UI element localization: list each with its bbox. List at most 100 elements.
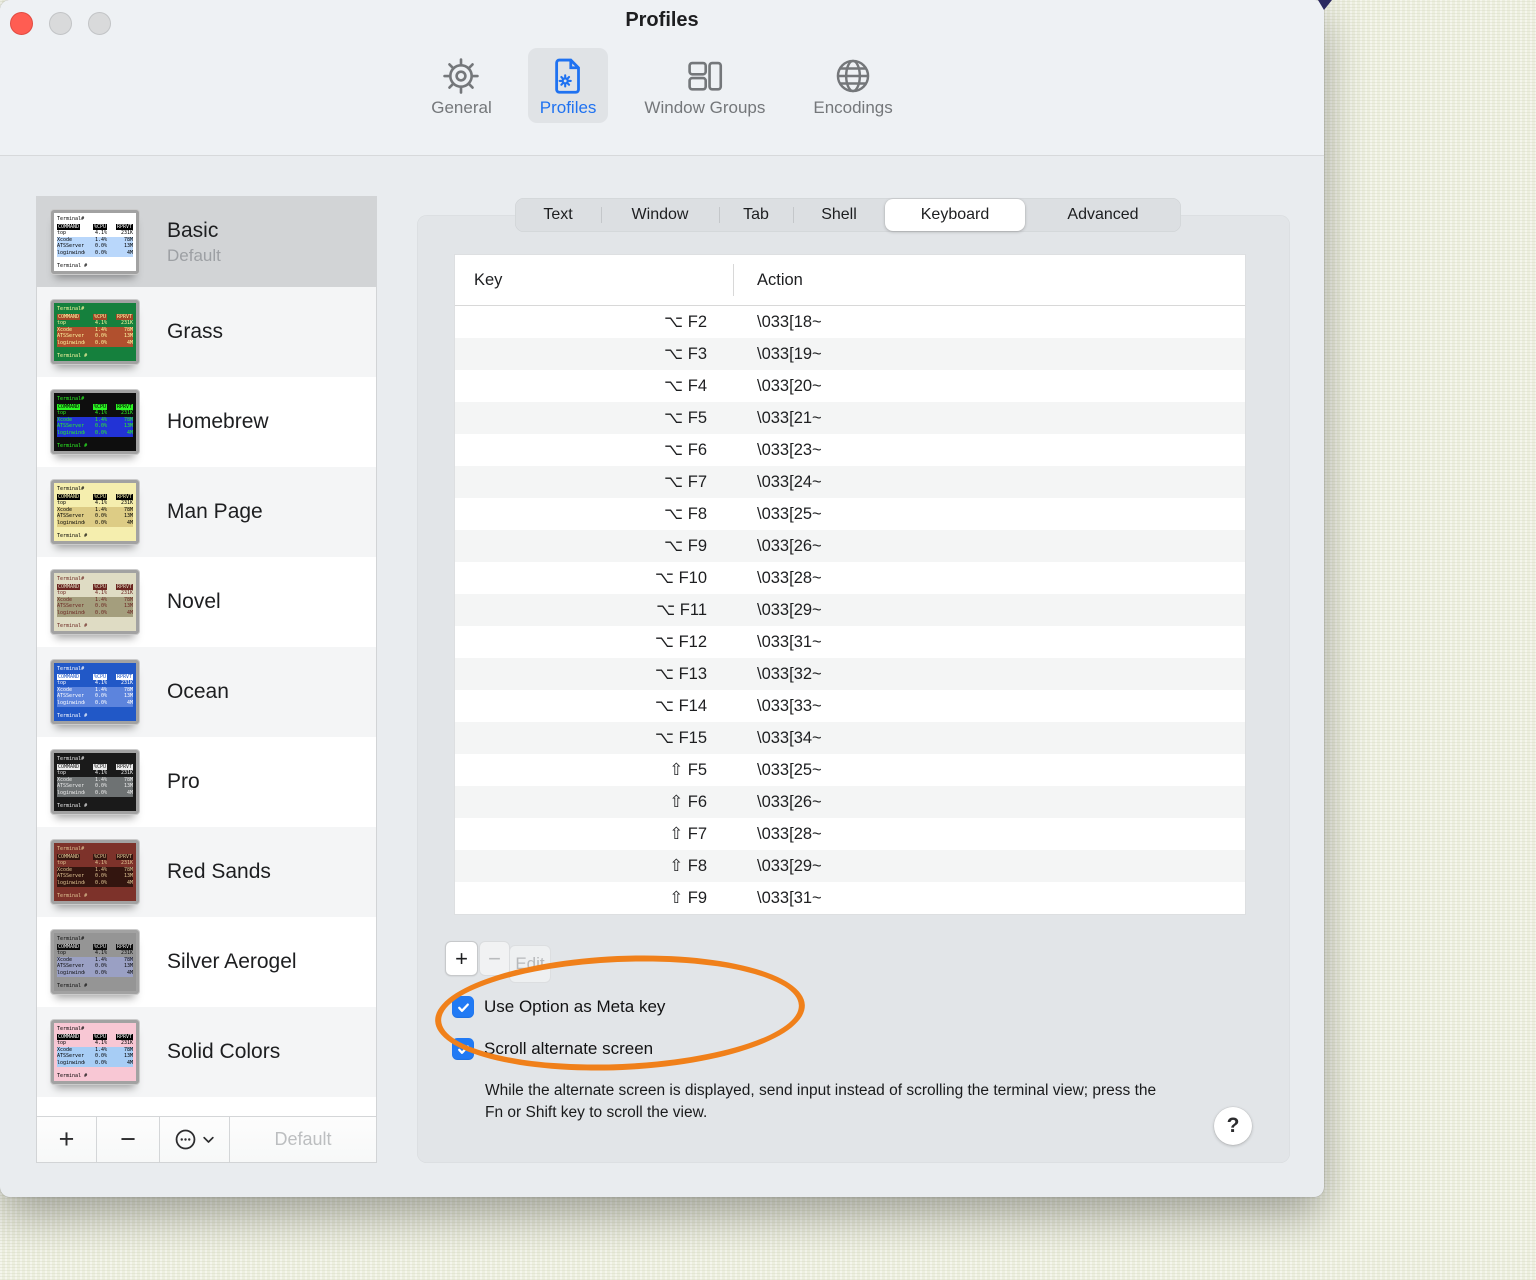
thumb-process-row: loginwindow 0.0% 4M bbox=[57, 969, 133, 977]
action-cell: \033[28~ bbox=[757, 568, 822, 587]
thumb-process-mem: 78M bbox=[123, 866, 133, 873]
profile-actions-button[interactable] bbox=[160, 1117, 230, 1162]
profile-thumbnail: Terminal# COMMAND %CPU RPRVT top 4.1% 231K Xcod… bbox=[51, 750, 139, 814]
toolbar-item-general[interactable]: General bbox=[419, 48, 503, 123]
table-row[interactable]: ⌥ F12 \033[31~ bbox=[455, 626, 1245, 658]
table-row[interactable]: ⇧ F8 \033[29~ bbox=[455, 850, 1245, 882]
thumb-process-mem: 13M bbox=[123, 873, 133, 880]
table-row[interactable]: ⌥ F7 \033[24~ bbox=[455, 466, 1245, 498]
thumb-process-cpu: 4.1% bbox=[94, 1040, 107, 1047]
profile-text: Novel bbox=[167, 590, 221, 614]
thumb-process-row: top 4.1% 231K bbox=[57, 770, 133, 777]
edit-key-button[interactable]: Edit bbox=[509, 945, 551, 983]
table-row[interactable]: ⌥ F8 \033[25~ bbox=[455, 498, 1245, 530]
thumb-process-name: loginwindow bbox=[57, 789, 85, 796]
thumb-process-mem: 78M bbox=[123, 506, 133, 513]
table-row[interactable]: ⌥ F2 \033[18~ bbox=[455, 306, 1245, 338]
table-row[interactable]: ⇧ F5 \033[25~ bbox=[455, 754, 1245, 786]
profile-list-item[interactable]: Terminal# COMMAND %CPU RPRVT top 4.1% 231K Xcod… bbox=[37, 377, 376, 467]
help-button[interactable]: ? bbox=[1214, 1107, 1252, 1145]
thumb-process-row: loginwindow 0.0% 4M bbox=[57, 699, 133, 707]
thumb-prompt: Terminal # bbox=[57, 442, 88, 449]
thumb-prompt: Terminal # bbox=[57, 892, 88, 899]
thumb-process-name: loginwindow bbox=[57, 879, 85, 886]
profile-name: Silver Aerogel bbox=[167, 950, 297, 973]
thumb-terminal-title: Terminal# bbox=[57, 216, 85, 222]
profile-list-item[interactable]: Terminal# COMMAND %CPU RPRVT top 4.1% 231K Xcod… bbox=[37, 1007, 376, 1097]
tab-window[interactable]: Window bbox=[601, 198, 719, 232]
thumb-chip: RPRVT bbox=[115, 943, 133, 951]
profile-list-item[interactable]: Terminal# COMMAND %CPU RPRVT top 4.1% 231K Xcod… bbox=[37, 647, 376, 737]
thumb-chip: COMMAND bbox=[57, 223, 81, 231]
window-title: Profiles bbox=[625, 9, 699, 31]
table-row[interactable]: ⌥ F5 \033[21~ bbox=[455, 402, 1245, 434]
action-cell: \033[25~ bbox=[757, 760, 822, 779]
thumb-process-cpu: 0.0% bbox=[94, 789, 107, 796]
thumb-chip: %CPU bbox=[92, 403, 107, 411]
toolbar-item-profiles[interactable]: Profiles bbox=[527, 48, 609, 123]
tab-keyboard[interactable]: Keyboard bbox=[885, 199, 1025, 231]
toolbar-item-encodings[interactable]: Encodings bbox=[801, 48, 904, 123]
thumb-process-name: ATSServer bbox=[57, 333, 85, 340]
toolbar-item-window-groups[interactable]: Window Groups bbox=[632, 48, 777, 123]
thumb-process-name: Xcode bbox=[57, 326, 73, 333]
thumb-chip: %CPU bbox=[92, 673, 107, 681]
thumb-process-name: top bbox=[57, 320, 67, 327]
thumb-chip: RPRVT bbox=[115, 223, 133, 231]
remove-key-button[interactable]: − bbox=[479, 941, 510, 976]
add-key-button[interactable]: + bbox=[445, 941, 478, 976]
thumb-process-cpu: 0.0% bbox=[94, 249, 107, 256]
thumb-process-cpu: 1.4% bbox=[94, 596, 107, 603]
table-row[interactable]: ⌥ F15 \033[34~ bbox=[455, 722, 1245, 754]
column-separator[interactable] bbox=[733, 264, 734, 296]
action-cell: \033[18~ bbox=[757, 312, 822, 331]
table-row[interactable]: ⌥ F6 \033[23~ bbox=[455, 434, 1245, 466]
tab-tab[interactable]: Tab bbox=[719, 198, 793, 232]
action-column-header[interactable]: Action bbox=[757, 271, 803, 290]
thumb-process-cpu: 1.4% bbox=[94, 506, 107, 513]
profile-list-item[interactable]: Terminal# COMMAND %CPU RPRVT top 4.1% 231K Xcod… bbox=[37, 467, 376, 557]
profile-list-item[interactable]: Terminal# COMMAND %CPU RPRVT top 4.1% 231K Xcod… bbox=[37, 197, 376, 287]
table-row[interactable]: ⌥ F13 \033[32~ bbox=[455, 658, 1245, 690]
profile-list-item[interactable]: Terminal# COMMAND %CPU RPRVT top 4.1% 231K Xcod… bbox=[37, 737, 376, 827]
key-column-header[interactable]: Key bbox=[455, 271, 502, 290]
profile-text: Silver Aerogel bbox=[167, 950, 297, 974]
table-row[interactable]: ⇧ F6 \033[26~ bbox=[455, 786, 1245, 818]
thumb-process-name: top bbox=[57, 950, 67, 957]
default-profile-button[interactable]: Default bbox=[230, 1117, 376, 1162]
tab-advanced[interactable]: Advanced bbox=[1025, 198, 1181, 232]
profile-list-item[interactable]: Terminal# COMMAND %CPU RPRVT top 4.1% 231K Xcod… bbox=[37, 557, 376, 647]
key-cell: ⌥ F6 bbox=[664, 441, 707, 459]
table-row[interactable]: ⌥ F10 \033[28~ bbox=[455, 562, 1245, 594]
tab-shell[interactable]: Shell bbox=[793, 198, 885, 232]
table-row[interactable]: ⇧ F7 \033[28~ bbox=[455, 818, 1245, 850]
remove-profile-button[interactable]: − bbox=[97, 1117, 160, 1162]
thumb-header-command: COMMAND bbox=[57, 223, 85, 231]
profile-list-item[interactable]: Terminal# COMMAND %CPU RPRVT top 4.1% 231K Xcod… bbox=[37, 287, 376, 377]
table-row[interactable]: ⌥ F14 \033[33~ bbox=[455, 690, 1245, 722]
action-cell: \033[24~ bbox=[757, 472, 822, 491]
add-profile-button[interactable]: + bbox=[37, 1117, 97, 1162]
profile-name: Ocean bbox=[167, 680, 229, 703]
table-row[interactable]: ⌥ F3 \033[19~ bbox=[455, 338, 1245, 370]
thumb-process-mem: 4M bbox=[126, 249, 133, 256]
tab-text[interactable]: Text bbox=[515, 198, 601, 232]
profile-list-item[interactable]: Terminal# COMMAND %CPU RPRVT top 4.1% 231K Xcod… bbox=[37, 827, 376, 917]
thumb-process-row: loginwindow 0.0% 4M bbox=[57, 519, 133, 527]
scroll-alternate-screen-checkbox[interactable] bbox=[452, 1038, 474, 1060]
thumb-process-cpu: 4.1% bbox=[94, 590, 107, 597]
thumb-header-row: COMMAND %CPU RPRVT bbox=[57, 313, 133, 321]
use-option-as-meta-checkbox[interactable] bbox=[452, 996, 474, 1018]
thumb-process-mem: 13M bbox=[123, 783, 133, 790]
table-row[interactable]: ⌥ F11 \033[29~ bbox=[455, 594, 1245, 626]
table-row[interactable]: ⌥ F4 \033[20~ bbox=[455, 370, 1245, 402]
profile-thumbnail: Terminal# COMMAND %CPU RPRVT top 4.1% 231K Xcod… bbox=[51, 660, 139, 724]
thumb-header-mem: RPRVT bbox=[107, 1033, 133, 1041]
action-cell: \033[25~ bbox=[757, 504, 822, 523]
table-row[interactable]: ⇧ F9 \033[31~ bbox=[455, 882, 1245, 914]
thumb-process-name: ATSServer bbox=[57, 423, 85, 430]
thumb-process-row: ATSServer 0.0% 13M bbox=[57, 513, 133, 520]
table-row[interactable]: ⌥ F9 \033[26~ bbox=[455, 530, 1245, 562]
profile-list-item[interactable]: Terminal# COMMAND %CPU RPRVT top 4.1% 231K Xcod… bbox=[37, 917, 376, 1007]
thumb-process-name: Xcode bbox=[57, 596, 73, 603]
